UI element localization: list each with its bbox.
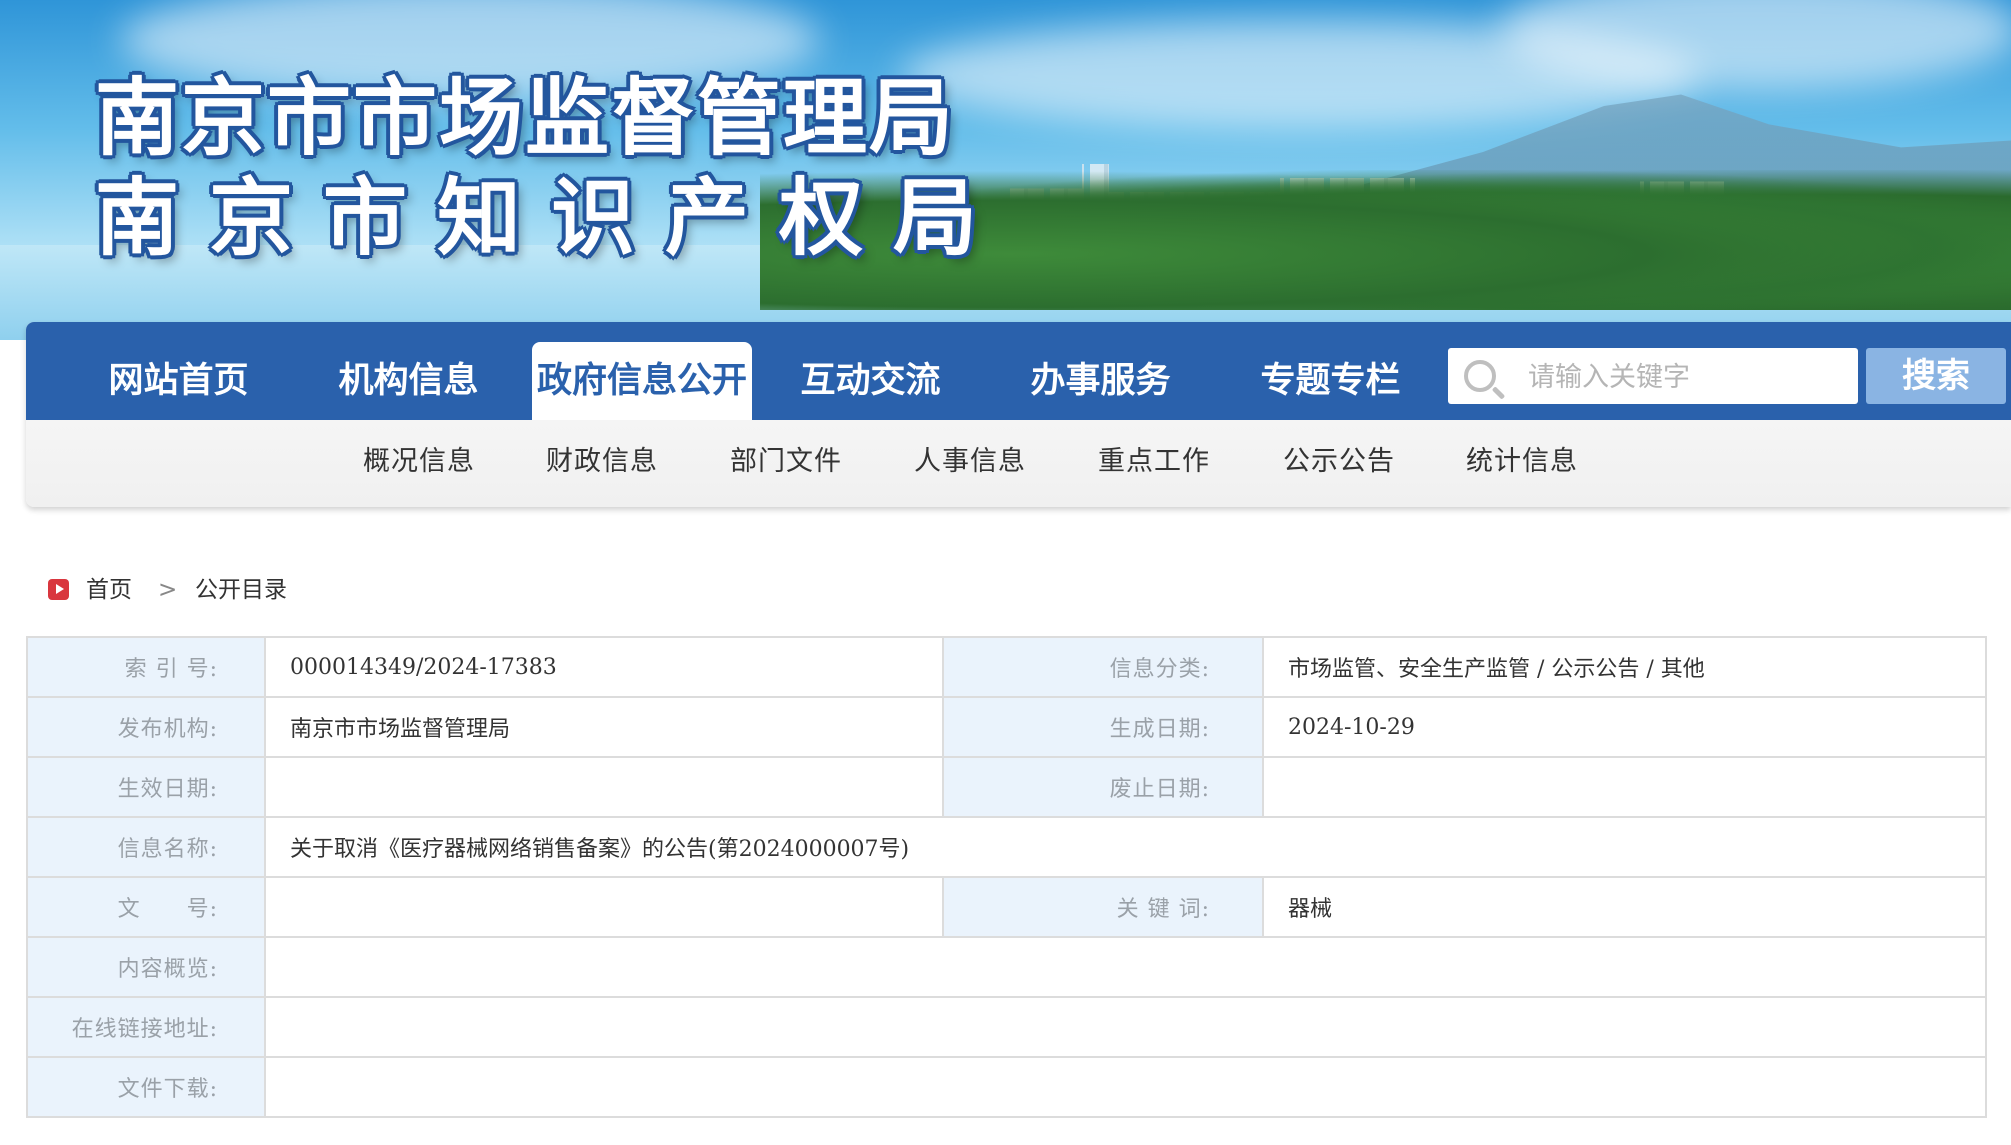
subnav-item-notices[interactable]: 公示公告 — [1283, 432, 1395, 492]
category-value: 市场监管、安全生产监管 / 公示公告 / 其他 — [1262, 636, 1987, 698]
doc-number-label: 文 号: — [26, 876, 266, 938]
table-row: 发布机构: 南京市市场监督管理局 生成日期: 2024-10-29 — [26, 696, 1987, 758]
file-download-value[interactable] — [264, 1056, 1987, 1118]
table-row: 索 引 号: 000014349/2024-17383 信息分类: 市场监管、安… — [26, 636, 1987, 698]
summary-value — [264, 936, 1987, 998]
navigation: 网站首页 机构信息 政府信息公开 互动交流 办事服务 专题专栏 搜索 概况信息 … — [26, 322, 2011, 507]
nav-item-gov-info[interactable]: 政府信息公开 — [532, 342, 752, 420]
subnav-item-key-work[interactable]: 重点工作 — [1098, 432, 1210, 492]
category-label: 信息分类: — [942, 636, 1264, 698]
site-banner: 南京市市场监督管理局 南京市知识产权局 — [0, 0, 2011, 340]
search-icon — [1464, 360, 1496, 392]
search-box — [1448, 348, 1858, 406]
search-input[interactable] — [1526, 348, 1850, 406]
breadcrumb-separator-icon: > — [158, 577, 178, 603]
nav-item-institution[interactable]: 机构信息 — [306, 342, 511, 420]
subnav-item-finance[interactable]: 财政信息 — [546, 432, 658, 492]
subnav-item-dept-docs[interactable]: 部门文件 — [730, 432, 842, 492]
info-table: 索 引 号: 000014349/2024-17383 信息分类: 市场监管、安… — [26, 636, 1987, 1118]
main-nav: 网站首页 机构信息 政府信息公开 互动交流 办事服务 专题专栏 搜索 — [26, 322, 2011, 420]
table-row: 在线链接地址: — [26, 996, 1987, 1058]
table-row: 文件下载: — [26, 1056, 1987, 1118]
site-title-line1: 南京市市场监督管理局 — [95, 68, 956, 167]
nav-item-interaction[interactable]: 互动交流 — [768, 342, 973, 420]
search-button[interactable]: 搜索 — [1866, 348, 2006, 404]
created-date-label: 生成日期: — [942, 696, 1264, 758]
site-title: 南京市市场监督管理局 南京市知识产权局 — [95, 68, 1007, 268]
breadcrumb-current[interactable]: 公开目录 — [195, 570, 287, 610]
site-title-line2: 南京市知识产权局 — [95, 168, 1008, 267]
keywords-label: 关 键 词: — [942, 876, 1264, 938]
index-value: 000014349/2024-17383 — [264, 636, 944, 698]
nav-item-topics[interactable]: 专题专栏 — [1228, 342, 1433, 420]
breadcrumb-home[interactable]: 首页 — [86, 570, 132, 610]
expire-date-value — [1262, 756, 1987, 818]
subnav-item-statistics[interactable]: 统计信息 — [1466, 432, 1578, 492]
table-row: 文 号: 关 键 词: 器械 — [26, 876, 1987, 938]
nav-item-services[interactable]: 办事服务 — [998, 342, 1203, 420]
subnav-item-personnel[interactable]: 人事信息 — [914, 432, 1026, 492]
publisher-value: 南京市市场监督管理局 — [264, 696, 944, 758]
file-download-label: 文件下载: — [26, 1056, 266, 1118]
table-row: 内容概览: — [26, 936, 1987, 998]
info-name-label: 信息名称: — [26, 816, 266, 878]
expire-date-label: 废止日期: — [942, 756, 1264, 818]
keywords-value: 器械 — [1262, 876, 1987, 938]
effective-date-value — [264, 756, 944, 818]
effective-date-label: 生效日期: — [26, 756, 266, 818]
nav-item-home[interactable]: 网站首页 — [76, 342, 281, 420]
home-icon — [48, 579, 69, 600]
doc-number-value — [264, 876, 944, 938]
table-row: 信息名称: 关于取消《医疗器械网络销售备案》的公告(第2024000007号) — [26, 816, 1987, 878]
sub-nav: 概况信息 财政信息 部门文件 人事信息 重点工作 公示公告 统计信息 — [26, 432, 2011, 492]
index-label: 索 引 号: — [26, 636, 266, 698]
online-link-label: 在线链接地址: — [26, 996, 266, 1058]
info-name-value: 关于取消《医疗器械网络销售备案》的公告(第2024000007号) — [264, 816, 1987, 878]
table-row: 生效日期: 废止日期: — [26, 756, 1987, 818]
online-link-value[interactable] — [264, 996, 1987, 1058]
created-date-value: 2024-10-29 — [1262, 696, 1987, 758]
summary-label: 内容概览: — [26, 936, 266, 998]
publisher-label: 发布机构: — [26, 696, 266, 758]
subnav-item-overview[interactable]: 概况信息 — [363, 432, 475, 492]
